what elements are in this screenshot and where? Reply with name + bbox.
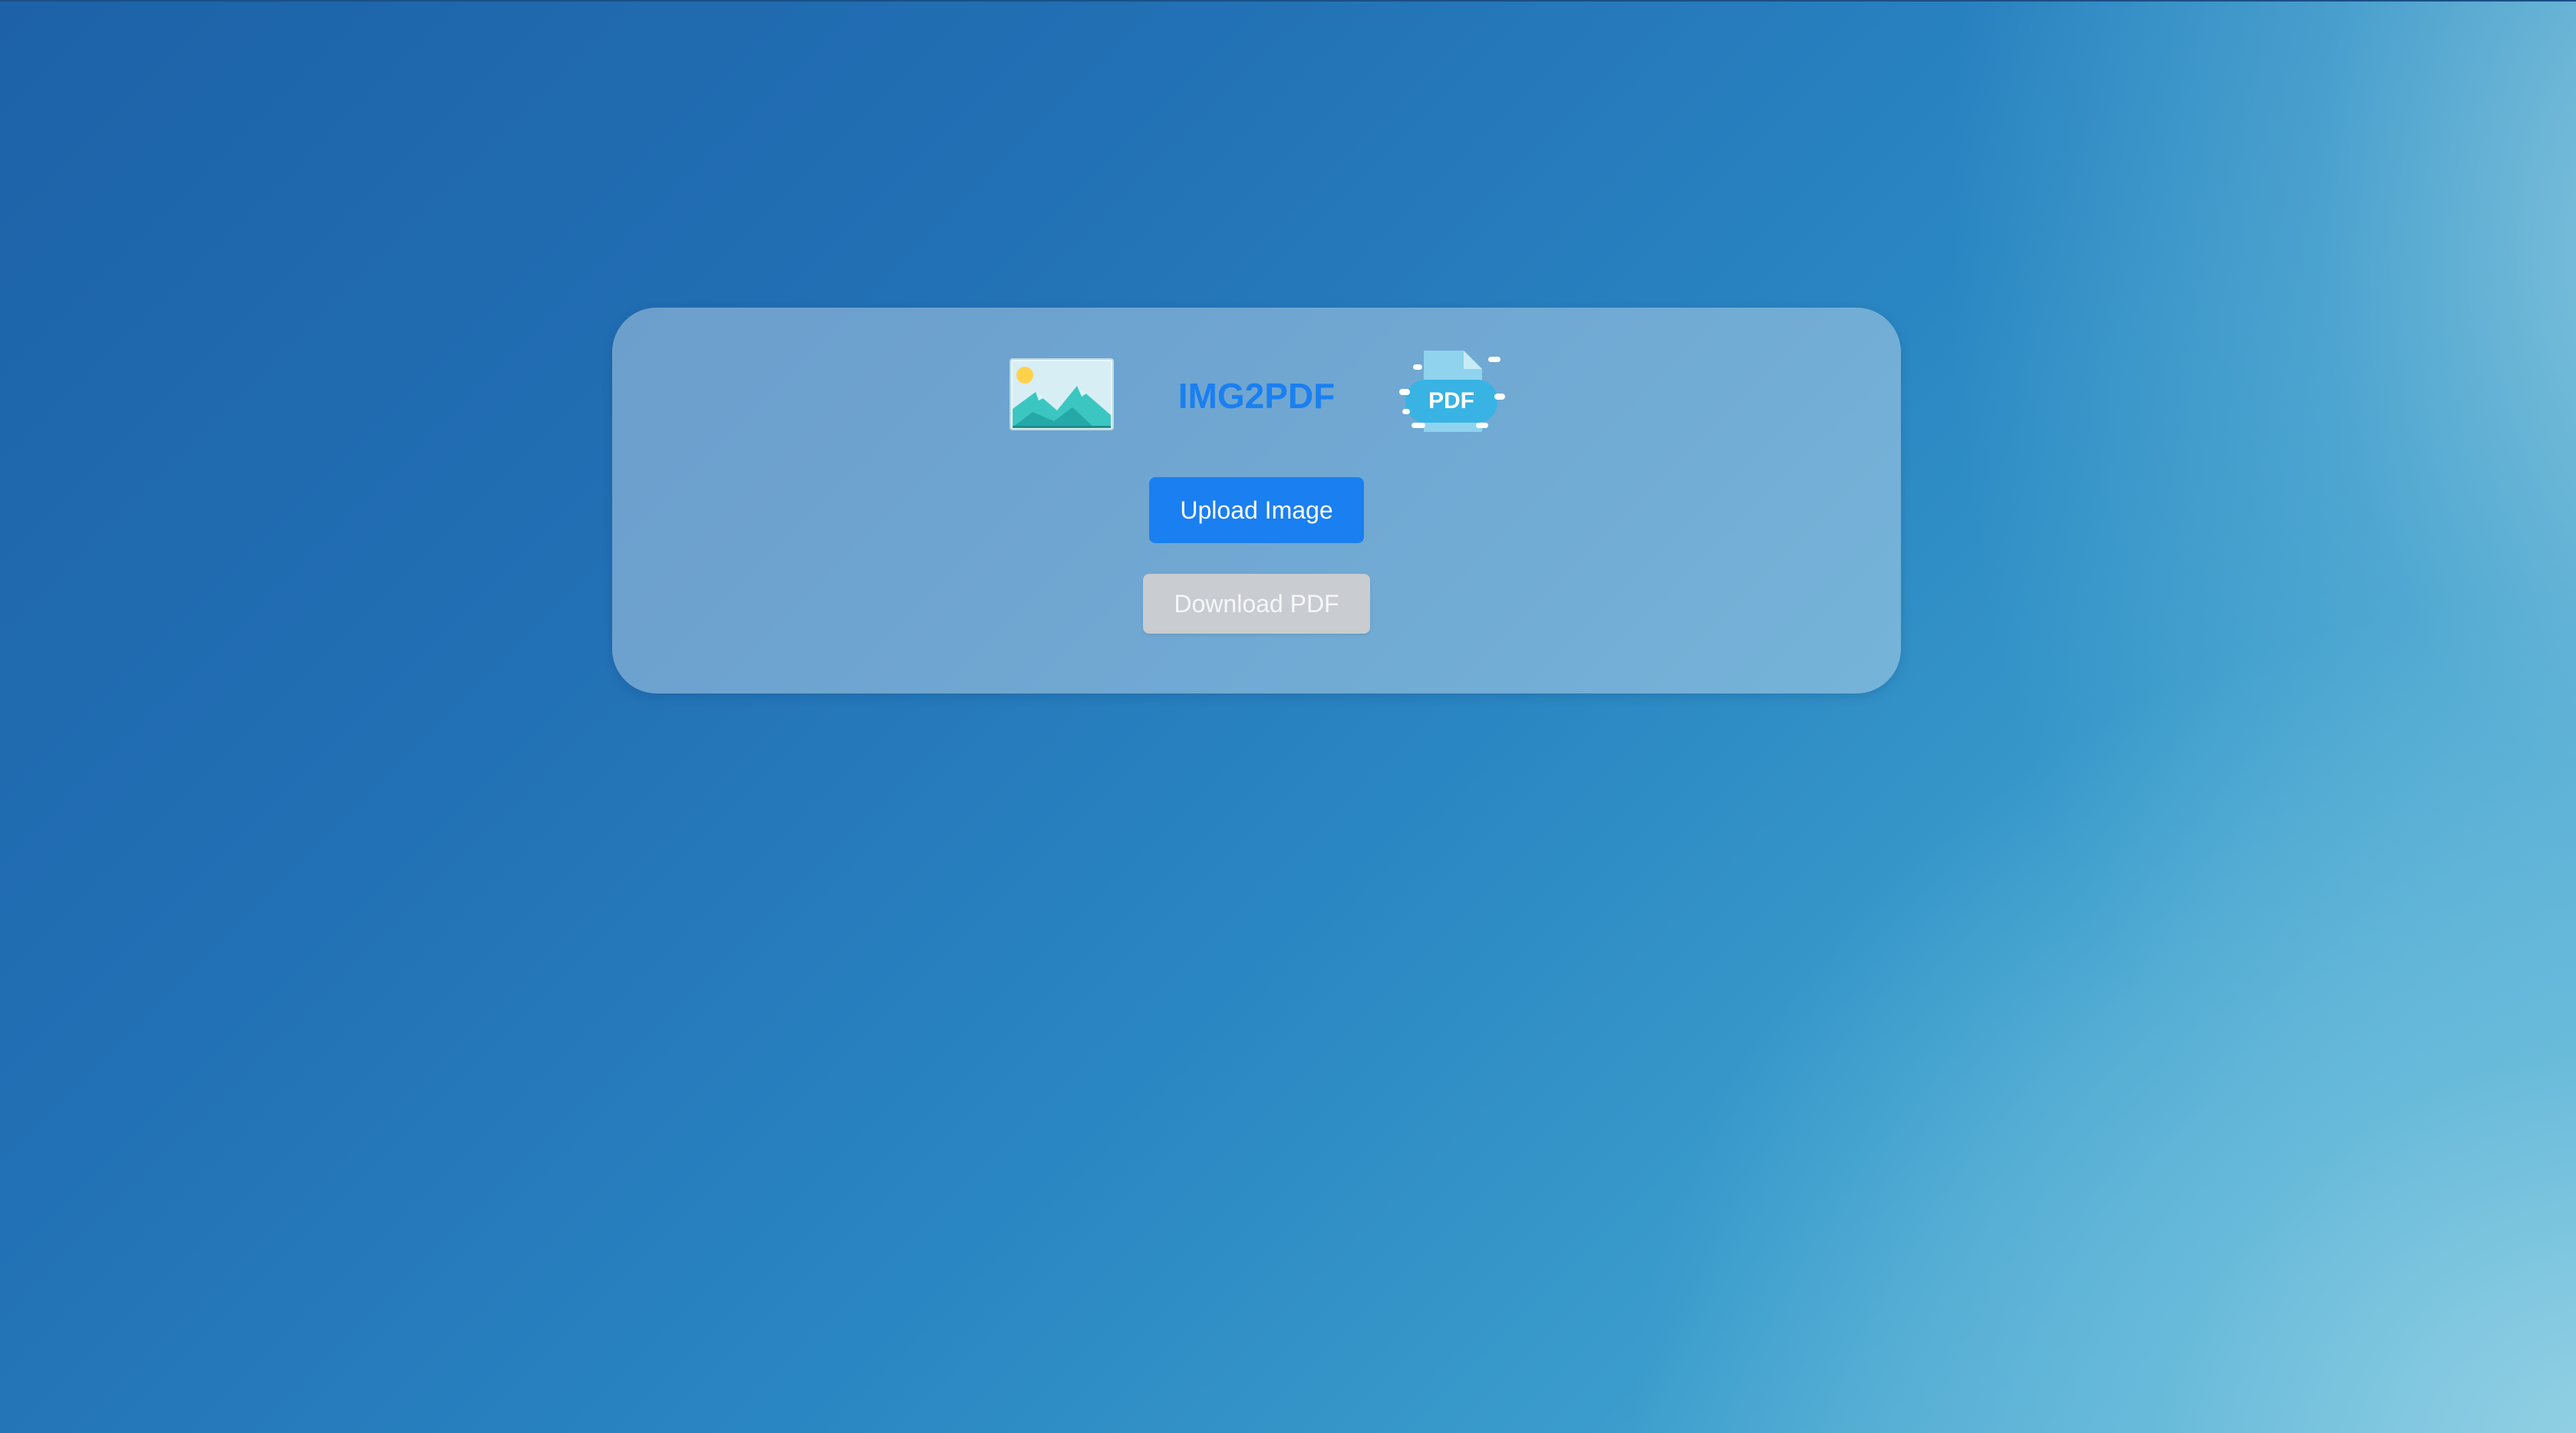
card-header: IMG2PDF PDF xyxy=(612,346,1901,438)
pdf-document-icon: PDF xyxy=(1399,351,1505,432)
converter-card: IMG2PDF PDF Upload Image Download PDF xyxy=(612,308,1901,693)
pdf-badge-text: PDF xyxy=(1428,388,1474,413)
window-top-border xyxy=(0,0,2576,2)
app-title: IMG2PDF xyxy=(1178,376,1336,416)
upload-image-button[interactable]: Upload Image xyxy=(1149,477,1364,543)
download-pdf-button[interactable]: Download PDF xyxy=(1143,574,1370,634)
